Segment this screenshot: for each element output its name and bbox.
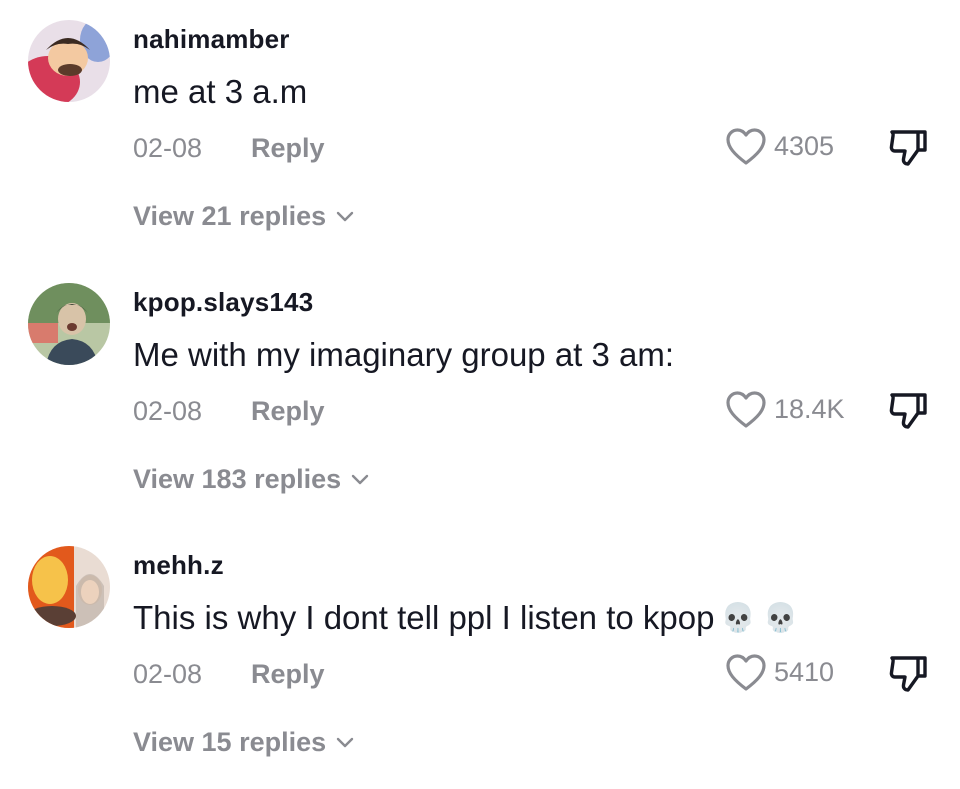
comment-text: Me with my imaginary group at 3 am: (133, 336, 675, 373)
avatar[interactable] (28, 283, 110, 365)
reply-button[interactable]: Reply (251, 396, 325, 427)
reply-button[interactable]: Reply (251, 659, 325, 690)
like-count: 5410 (774, 657, 835, 687)
reply-button[interactable]: Reply (251, 133, 325, 164)
comment-username[interactable]: nahimamber (133, 24, 290, 55)
chevron-down-icon (336, 211, 354, 221)
chevron-down-icon (351, 474, 369, 484)
comment-text: me at 3 a.m (133, 73, 308, 110)
comment-text: This is why I dont tell ppl I listen to … (133, 599, 798, 637)
view-replies-label: View 183 replies (133, 464, 342, 494)
view-replies-label: View 21 replies (133, 201, 327, 231)
avatar[interactable] (28, 546, 110, 628)
like-count: 4305 (774, 131, 835, 161)
heart-outline-icon[interactable] (726, 391, 766, 429)
chevron-down-icon (336, 737, 354, 747)
comment-item: nahimamber me at 3 a.m 02-08 Reply 4305 … (0, 0, 960, 263)
skull-emoji: 💀 💀 (720, 602, 798, 633)
view-replies-label: View 15 replies (133, 727, 327, 757)
thumbs-down-icon[interactable] (887, 652, 929, 694)
thumbs-down-icon[interactable] (887, 126, 929, 168)
comment-date: 02-08 (133, 396, 203, 426)
view-replies-button[interactable]: View 183 replies (133, 464, 369, 495)
comment-item: kpop.slays143 Me with my imaginary group… (0, 263, 960, 526)
comment-text-body: This is why I dont tell ppl I listen to … (133, 599, 715, 636)
thumbs-down-icon[interactable] (887, 389, 929, 431)
heart-outline-icon[interactable] (726, 654, 766, 692)
comment-username[interactable]: kpop.slays143 (133, 287, 313, 318)
comment-item: mehh.z This is why I dont tell ppl I lis… (0, 526, 960, 789)
like-count: 18.4K (774, 394, 845, 424)
comment-date: 02-08 (133, 659, 203, 689)
comment-username[interactable]: mehh.z (133, 550, 224, 581)
avatar[interactable] (28, 20, 110, 102)
heart-outline-icon[interactable] (726, 128, 766, 166)
view-replies-button[interactable]: View 15 replies (133, 727, 354, 758)
view-replies-button[interactable]: View 21 replies (133, 201, 354, 232)
comment-date: 02-08 (133, 133, 203, 163)
